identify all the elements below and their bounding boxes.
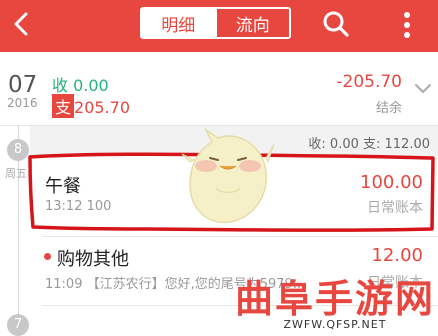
entry-time: 11:09 — [45, 277, 83, 292]
month-number: 07 — [8, 72, 38, 98]
entry-title: 购物其他 — [57, 249, 129, 270]
expense-value: 205.70 — [74, 98, 130, 117]
month-balance: -205.70 — [336, 72, 402, 92]
weekday-label: 周五 — [5, 167, 27, 180]
day-badge: 7 — [7, 314, 29, 336]
watermark-url: ZWFW.QFSP.NET — [283, 318, 387, 331]
month-balance-label: 结余 — [375, 101, 402, 116]
month-summary[interactable]: 07 2016 收 0.00 支 205.70 -205.70 结余 — [0, 52, 438, 126]
tab-detail[interactable]: 明细 — [142, 9, 215, 37]
more-vertical-icon[interactable] — [399, 11, 415, 41]
unread-dot — [44, 253, 51, 260]
expense-label: 支 — [52, 94, 75, 118]
search-icon[interactable] — [321, 9, 351, 39]
year-number: 2016 — [7, 96, 38, 110]
mascot-icon — [181, 127, 275, 224]
top-bar: 明细 流向 — [0, 0, 438, 52]
entry-amount: 12.00 — [371, 245, 423, 266]
watermark: 曲阜手游网 ZWFW.QFSP.NET — [232, 268, 438, 336]
view-switch: 明细 流向 — [140, 7, 291, 39]
chevron-down-icon[interactable] — [414, 83, 432, 95]
watermark-title: 曲阜手游网 — [234, 276, 435, 321]
month-expense: 支 205.70 — [52, 94, 130, 118]
back-arrow-icon[interactable] — [4, 6, 40, 42]
tab-flow[interactable]: 流向 — [214, 9, 289, 37]
month-income: 收 0.00 — [52, 76, 109, 95]
